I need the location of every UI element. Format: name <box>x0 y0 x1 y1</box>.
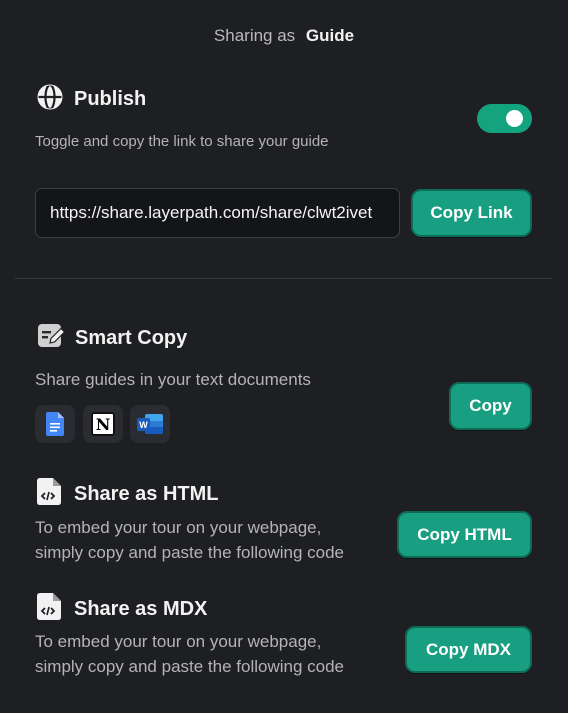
sharing-header: Sharing as Guide <box>0 26 568 46</box>
publish-description: Toggle and copy the link to share your g… <box>35 133 329 150</box>
publish-heading: Publish <box>36 83 146 116</box>
copy-mdx-button[interactable]: Copy MDX <box>405 626 532 673</box>
copy-html-button[interactable]: Copy HTML <box>397 511 532 558</box>
edit-document-icon <box>37 322 66 355</box>
google-docs-icon[interactable] <box>35 405 75 443</box>
share-mdx-title: Share as MDX <box>74 597 208 620</box>
share-html-title: Share as HTML <box>74 482 219 505</box>
share-html-line2: simply copy and paste the following code <box>35 543 345 562</box>
share-html-heading: Share as HTML <box>37 478 218 510</box>
smart-copy-heading: Smart Copy <box>37 322 187 355</box>
sharing-prefix: Sharing as <box>213 26 296 45</box>
word-letter: W <box>137 418 150 431</box>
publish-toggle[interactable] <box>477 104 532 133</box>
code-file-icon <box>37 593 64 625</box>
code-file-icon <box>37 478 64 510</box>
share-mdx-description: To embed your tour on your webpage, simp… <box>35 629 344 679</box>
share-link-text: https://share.layerpath.com/share/clwt2i… <box>50 203 373 222</box>
smart-copy-button[interactable]: Copy <box>449 382 532 430</box>
globe-icon <box>36 83 64 116</box>
share-link-field[interactable]: https://share.layerpath.com/share/clwt2i… <box>35 188 400 238</box>
share-mdx-line1: To embed your tour on your webpage, <box>35 632 322 651</box>
publish-title: Publish <box>74 88 147 110</box>
copy-link-button[interactable]: Copy Link <box>411 189 532 237</box>
toggle-knob <box>506 110 523 127</box>
smart-copy-description: Share guides in your text documents <box>35 370 311 389</box>
share-html-description: To embed your tour on your webpage, simp… <box>35 515 344 565</box>
share-mdx-line2: simply copy and paste the following code <box>35 657 345 676</box>
smart-copy-title: Smart Copy <box>75 327 188 349</box>
share-mdx-heading: Share as MDX <box>37 593 207 625</box>
notion-letter: N <box>91 412 115 436</box>
notion-icon[interactable]: N <box>83 405 123 443</box>
section-divider <box>15 278 552 279</box>
sharing-target-name: Guide <box>305 26 355 45</box>
word-icon[interactable]: W <box>130 405 170 443</box>
share-html-line1: To embed your tour on your webpage, <box>35 518 322 537</box>
